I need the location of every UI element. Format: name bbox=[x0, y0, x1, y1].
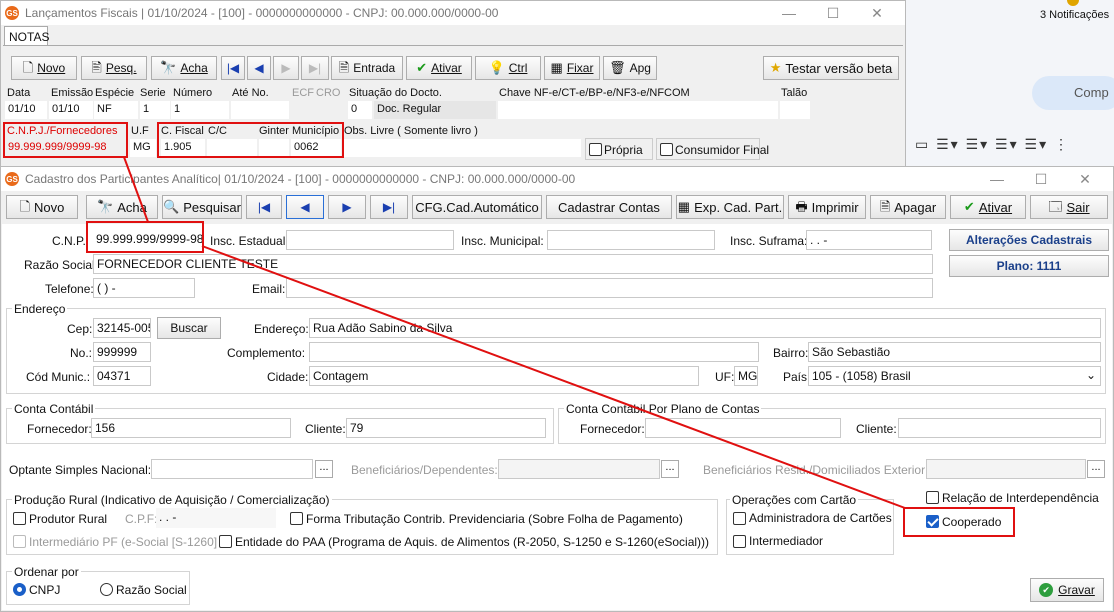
arrow-cnpj-line bbox=[123, 156, 149, 223]
annotation-arrows bbox=[123, 156, 906, 509]
arrow-cooperado-line bbox=[201, 245, 906, 509]
